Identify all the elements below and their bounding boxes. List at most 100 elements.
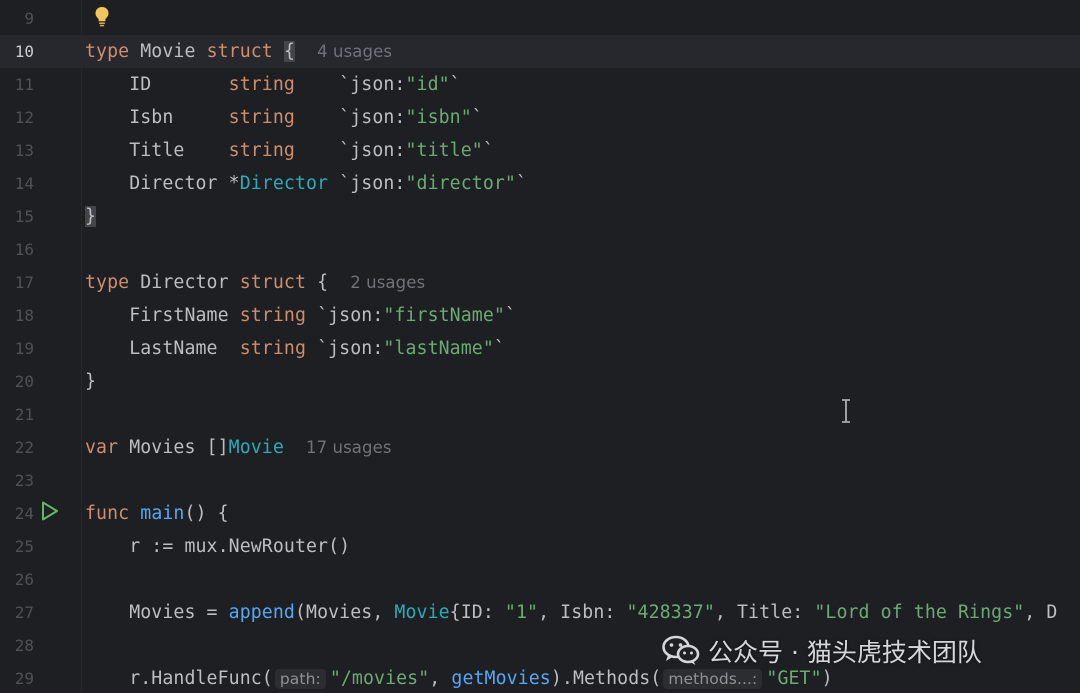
- line-number[interactable]: 27: [0, 596, 34, 629]
- line-code[interactable]: func main() {: [85, 497, 229, 530]
- code-line-16[interactable]: 16: [0, 233, 1080, 266]
- line-code[interactable]: Isbn string `json:"isbn"`: [85, 101, 483, 134]
- keyword-token: string: [239, 305, 307, 326]
- usages-hint[interactable]: 2 usages: [350, 273, 425, 292]
- code-token: `json:: [294, 74, 406, 95]
- line-number[interactable]: 28: [0, 629, 34, 662]
- code-line-25[interactable]: 25 r := mux.NewRouter(): [0, 530, 1080, 563]
- line-number[interactable]: 20: [0, 365, 34, 398]
- string-literal: "director": [405, 173, 516, 194]
- text-cursor-icon: [842, 399, 850, 423]
- run-icon[interactable]: [40, 500, 60, 522]
- line-number[interactable]: 29: [0, 662, 34, 693]
- line-number[interactable]: 11: [0, 68, 34, 101]
- code-token: Isbn: [85, 107, 229, 128]
- line-number[interactable]: 23: [0, 464, 34, 497]
- code-line-11[interactable]: 11 ID string `json:"id"`: [0, 68, 1080, 101]
- string-literal: "Lord of the Rings": [814, 602, 1025, 623]
- line-code[interactable]: r := mux.NewRouter(): [85, 530, 350, 563]
- code-line-14[interactable]: 14 Director *Director `json:"director"`: [0, 167, 1080, 200]
- line-code[interactable]: }: [85, 365, 96, 398]
- code-line-9[interactable]: 9: [0, 2, 1080, 35]
- code-line-20[interactable]: 20}: [0, 365, 1080, 398]
- code-token: `: [493, 338, 505, 359]
- code-line-27[interactable]: 27 Movies = append(Movies, Movie{ID: "1"…: [0, 596, 1080, 629]
- code-line-24[interactable]: 24 func main() {: [0, 497, 1080, 530]
- code-token: Director: [129, 272, 240, 293]
- code-line-21[interactable]: 21: [0, 398, 1080, 431]
- code-line-22[interactable]: 22 var Movies []Movie 17 usages: [0, 431, 1080, 464]
- line-number[interactable]: 21: [0, 398, 34, 431]
- code-token: FirstName: [85, 305, 240, 326]
- code-line-15[interactable]: 15}: [0, 200, 1080, 233]
- line-code[interactable]: type Movie struct { 4 usages: [85, 35, 392, 68]
- code-token: {ID:: [449, 602, 505, 623]
- line-number[interactable]: 24: [0, 497, 34, 530]
- code-token: `: [515, 173, 528, 194]
- code-token: (Movies,: [294, 602, 395, 623]
- wechat-icon: [662, 635, 700, 665]
- usages-hint[interactable]: 4 usages: [317, 42, 392, 61]
- line-number[interactable]: 13: [0, 134, 34, 167]
- line-number[interactable]: 16: [0, 233, 34, 266]
- function-name[interactable]: getMovies: [451, 668, 550, 689]
- string-literal: "id": [405, 74, 450, 95]
- function-name[interactable]: main: [140, 503, 184, 524]
- code-token: }: [85, 371, 97, 392]
- bulb-icon[interactable]: [94, 6, 110, 28]
- code-line-19[interactable]: 19 LastName string `json:"lastName"`: [0, 332, 1080, 365]
- line-number[interactable]: 15: [0, 200, 34, 233]
- code-token: `: [482, 140, 494, 161]
- line-number[interactable]: 17: [0, 266, 34, 299]
- watermark: 公众号 · 猫头虎技术团队: [662, 633, 982, 669]
- line-number[interactable]: 14: [0, 167, 34, 200]
- code-token: Director *: [85, 173, 240, 194]
- code-token: ,: [429, 668, 452, 689]
- function-name[interactable]: append: [229, 602, 295, 623]
- line-number[interactable]: 25: [0, 530, 34, 563]
- code-token: `json:: [306, 305, 384, 326]
- line-code[interactable]: FirstName string `json:"firstName"`: [85, 299, 516, 332]
- code-line-26[interactable]: 26: [0, 563, 1080, 596]
- line-number[interactable]: 18: [0, 299, 34, 332]
- line-number[interactable]: 26: [0, 563, 34, 596]
- keyword-token: var: [85, 437, 119, 458]
- line-code[interactable]: LastName string `json:"lastName"`: [85, 332, 505, 365]
- code-editor[interactable]: 9 10 type Movie struct { 4 usages 11 ID str…: [0, 0, 1080, 693]
- code-line-18[interactable]: 18 FirstName string `json:"firstName"`: [0, 299, 1080, 332]
- code-line-23[interactable]: 23: [0, 464, 1080, 497]
- line-number[interactable]: 19: [0, 332, 34, 365]
- code-line-12[interactable]: 12 Isbn string `json:"isbn"`: [0, 101, 1080, 134]
- code-token: `: [504, 305, 516, 326]
- string-literal: "1": [504, 602, 539, 623]
- line-number[interactable]: 9: [0, 2, 34, 35]
- line-number[interactable]: 12: [0, 101, 34, 134]
- code-token: `json:: [306, 338, 384, 359]
- keyword-token: type: [85, 41, 130, 62]
- line-number[interactable]: 10: [0, 35, 34, 68]
- keyword-token: string: [228, 140, 295, 161]
- code-line-13[interactable]: 13 Title string `json:"title"`: [0, 134, 1080, 167]
- type-reference[interactable]: Movie: [394, 602, 449, 623]
- code-line-17[interactable]: 17 type Director struct { 2 usages: [0, 266, 1080, 299]
- line-code[interactable]: Director *Director `json:"director"`: [85, 167, 527, 200]
- string-literal: "lastName": [383, 338, 494, 359]
- code-token: Title: [85, 140, 229, 161]
- line-code[interactable]: ID string `json:"id"`: [85, 68, 461, 101]
- line-code[interactable]: var Movies []Movie 17 usages: [85, 431, 392, 464]
- watermark-text: 公众号 · 猫头虎技术团队: [708, 638, 982, 667]
- type-reference[interactable]: Director: [240, 173, 328, 194]
- line-code[interactable]: Movies = append(Movies, Movie{ID: "1", I…: [85, 596, 1057, 629]
- code-token: Movies =: [85, 602, 229, 623]
- line-number[interactable]: 22: [0, 431, 34, 464]
- line-code[interactable]: type Director struct { 2 usages: [85, 266, 425, 299]
- code-line-10[interactable]: 10 type Movie struct { 4 usages: [0, 35, 1080, 68]
- usages-hint[interactable]: 17 usages: [306, 438, 392, 457]
- line-code[interactable]: }: [85, 200, 97, 233]
- line-code[interactable]: Title string `json:"title"`: [85, 134, 494, 167]
- keyword-token: func: [85, 503, 130, 524]
- type-reference[interactable]: Movie: [229, 437, 284, 458]
- code-token: r.HandleFunc(: [85, 668, 273, 689]
